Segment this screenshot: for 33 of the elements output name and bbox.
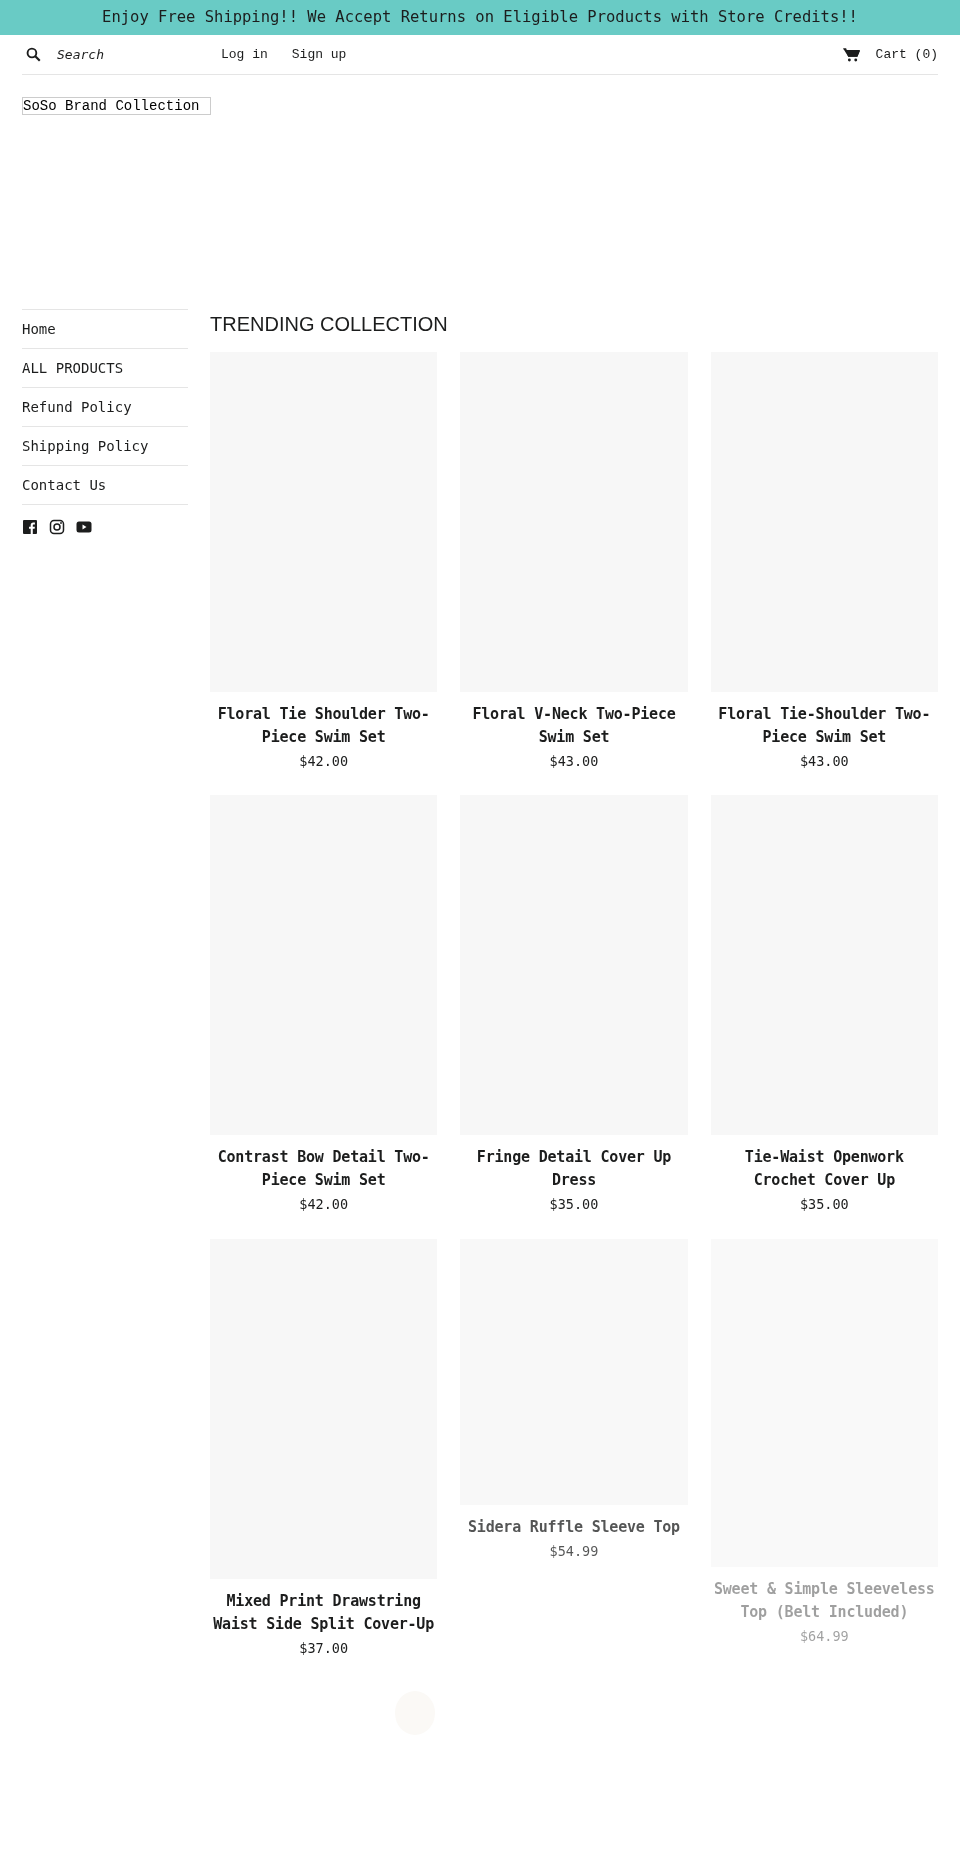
product-price: $35.00: [798, 1195, 850, 1215]
product-title[interactable]: Floral Tie Shoulder Two-Piece Swim Set: [210, 703, 438, 749]
product-price: $35.00: [548, 1195, 600, 1215]
sidebar-link[interactable]: Home: [22, 309, 188, 348]
product-title[interactable]: Contrast Bow Detail Two-Piece Swim Set: [210, 1146, 438, 1193]
store-logo[interactable]: SoSo Brand Collection: [22, 97, 211, 115]
product-title[interactable]: Fringe Detail Cover Up Dress: [460, 1146, 688, 1193]
account-link[interactable]: Sign up: [291, 44, 347, 65]
product-price: $54.99: [548, 1541, 600, 1561]
product-price: $64.99: [798, 1626, 850, 1646]
product-title[interactable]: Mixed Print Drawstring Waist Side Split Cover-Up: [210, 1589, 438, 1636]
account-link[interactable]: Log in: [221, 44, 268, 65]
product-title[interactable]: Sidera Ruffle Sleeve Top: [460, 1515, 688, 1539]
instagram-icon[interactable]: [49, 519, 65, 535]
product-price: $43.00: [548, 752, 600, 771]
product-title[interactable]: Tie-Waist Openwork Crochet Cover Up: [710, 1146, 938, 1193]
cart-link[interactable]: Cart (0): [875, 44, 938, 65]
search-icon[interactable]: [26, 47, 41, 62]
product-price: $43.00: [798, 752, 850, 771]
cart-icon[interactable]: [842, 47, 860, 62]
sidebar-link[interactable]: Shipping Policy: [22, 426, 188, 465]
sidebar-link[interactable]: Contact Us: [22, 465, 188, 505]
product-title[interactable]: Floral V-Neck Two-Piece Swim Set: [460, 703, 688, 749]
product-title[interactable]: Floral Tie-Shoulder Two-Piece Swim Set: [710, 703, 938, 749]
sidebar-link[interactable]: Refund Policy: [22, 387, 188, 426]
facebook-icon[interactable]: [22, 519, 38, 535]
announcement-text: Enjoy Free Shipping!! We Accept Returns on Eligible Products with Store Credits!!: [102, 6, 858, 28]
sidebar-link[interactable]: ALL PRODUCTS: [22, 348, 188, 387]
product-price: $37.00: [298, 1638, 350, 1658]
youtube-icon[interactable]: [76, 519, 92, 535]
collection-title: TRENDING COLLECTION: [210, 312, 449, 336]
product-price: $42.00: [298, 752, 350, 771]
product-price: $42.00: [298, 1195, 350, 1215]
